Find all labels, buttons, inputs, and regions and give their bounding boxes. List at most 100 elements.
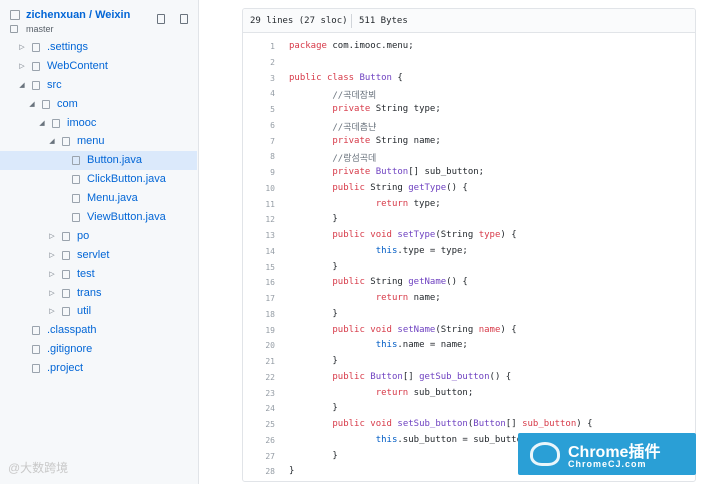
line-number[interactable]: 12 (243, 215, 275, 224)
file-icon (72, 175, 80, 185)
collapsed-arrow-icon[interactable]: ▷ (48, 251, 56, 260)
expanded-arrow-icon[interactable]: ◢ (28, 100, 36, 109)
tree-item[interactable]: ▷ test (0, 265, 197, 284)
tree-item-label[interactable]: trans (77, 286, 101, 301)
line-number[interactable]: 19 (243, 326, 275, 335)
folder-icon (62, 288, 70, 298)
line-number[interactable]: 7 (243, 137, 275, 146)
tree-item-label[interactable]: com (57, 97, 78, 112)
code-text: private Button[] sub_button; (332, 167, 485, 177)
code-text: return type; (375, 198, 441, 209)
tree-item-label[interactable]: ViewButton.java (87, 210, 166, 225)
line-number[interactable]: 9 (243, 168, 275, 177)
tree-item-label[interactable]: Button.java (87, 153, 142, 168)
collapsed-arrow-icon[interactable]: ▷ (48, 232, 56, 241)
expanded-arrow-icon[interactable]: ◢ (48, 137, 56, 146)
line-number[interactable]: 6 (243, 121, 275, 130)
line-number[interactable]: 13 (243, 231, 275, 240)
line-number[interactable]: 24 (243, 404, 275, 413)
tree-item-label[interactable]: util (77, 304, 91, 319)
line-number[interactable]: 22 (243, 373, 275, 382)
collapsed-arrow-icon[interactable]: ▷ (48, 307, 56, 316)
tree-item[interactable]: ◢ src (0, 76, 197, 95)
code-text: //곡데잠뵈 (332, 91, 377, 102)
tree-item[interactable]: .project (0, 359, 197, 378)
tree-item[interactable]: ◢ menu (0, 132, 197, 151)
tree-item-label[interactable]: .project (47, 361, 83, 376)
line-number[interactable]: 26 (243, 436, 275, 445)
code-text: } (289, 356, 338, 366)
line-number[interactable]: 25 (243, 420, 275, 429)
tree-item[interactable]: ▷ .settings (0, 38, 197, 57)
line-number[interactable]: 1 (243, 42, 275, 51)
line-number[interactable]: 17 (243, 294, 275, 303)
code-line: 15 } (243, 260, 695, 276)
line-number[interactable]: 4 (243, 89, 275, 98)
expanded-arrow-icon[interactable]: ◢ (38, 119, 46, 128)
tree-item[interactable]: .gitignore (0, 340, 197, 359)
code-line: 20 this.name = name; (243, 338, 695, 354)
tree-item-label[interactable]: imooc (67, 116, 96, 131)
tree-item[interactable]: ▷ po (0, 227, 197, 246)
line-number[interactable]: 2 (243, 58, 275, 67)
collapsed-arrow-icon[interactable]: ▷ (48, 270, 56, 279)
code-line: 11 return type; (243, 197, 695, 213)
watermark-url: ChromeCJ.com (568, 459, 647, 469)
tree-item-label[interactable]: src (47, 78, 62, 93)
line-number[interactable]: 5 (243, 105, 275, 114)
folder-icon (62, 269, 70, 279)
code-line: 22 public Button[] getSub_button() { (243, 370, 695, 386)
tree-item[interactable]: ◢ imooc (0, 114, 197, 133)
code-text: public void setType(String type) { (332, 230, 517, 240)
tree-item-label[interactable]: ClickButton.java (87, 172, 166, 187)
line-number[interactable]: 11 (243, 200, 275, 209)
tree-item[interactable]: .classpath (0, 321, 197, 340)
tree-item[interactable]: Menu.java (0, 189, 197, 208)
collapsed-arrow-icon[interactable]: ▷ (48, 289, 56, 298)
tree-item[interactable]: ▷ WebContent (0, 57, 197, 76)
repo-title-link[interactable]: zichenxuan / Weixin (26, 9, 130, 21)
tree-item[interactable]: ▷ trans (0, 284, 197, 303)
file-icon (72, 213, 80, 223)
tree-item-label[interactable]: .settings (47, 40, 88, 55)
expanded-arrow-icon[interactable]: ◢ (18, 81, 26, 90)
tree-item-label[interactable]: WebContent (47, 59, 108, 74)
tree-item[interactable]: ViewButton.java (0, 208, 197, 227)
collapse-tree-icon[interactable] (157, 14, 165, 24)
tree-item[interactable]: Button.java (0, 151, 197, 171)
tree-item-label[interactable]: .classpath (47, 323, 97, 338)
snail-logo-icon (530, 442, 560, 466)
line-number[interactable]: 20 (243, 341, 275, 350)
line-number[interactable]: 10 (243, 184, 275, 193)
code-text: private String name; (332, 135, 441, 146)
tree-item[interactable]: ◢ com (0, 95, 197, 114)
line-number[interactable]: 28 (243, 467, 275, 476)
line-number[interactable]: 14 (243, 247, 275, 256)
settings-icon[interactable] (180, 14, 188, 24)
line-number[interactable]: 27 (243, 452, 275, 461)
code-line: 4 //곡데잠뵈 (243, 86, 695, 102)
line-number[interactable]: 3 (243, 74, 275, 83)
no-arrow (18, 345, 26, 354)
branch-name[interactable]: master (26, 24, 54, 34)
tree-item[interactable]: ▷ servlet (0, 246, 197, 265)
tree-item-label[interactable]: .gitignore (47, 342, 92, 357)
no-arrow (58, 175, 66, 184)
line-number[interactable]: 8 (243, 152, 275, 161)
tree-item-label[interactable]: servlet (77, 248, 109, 263)
folder-icon (62, 137, 70, 147)
collapsed-arrow-icon[interactable]: ▷ (18, 43, 26, 52)
tree-item-label[interactable]: test (77, 267, 95, 282)
line-number[interactable]: 15 (243, 263, 275, 272)
tree-item-label[interactable]: menu (77, 134, 105, 149)
line-number[interactable]: 23 (243, 389, 275, 398)
tree-item[interactable]: ClickButton.java (0, 170, 197, 189)
tree-item-label[interactable]: po (77, 229, 89, 244)
tree-item[interactable]: ▷ util (0, 302, 197, 321)
line-number[interactable]: 21 (243, 357, 275, 366)
tree-item-label[interactable]: Menu.java (87, 191, 138, 206)
line-number[interactable]: 16 (243, 278, 275, 287)
collapsed-arrow-icon[interactable]: ▷ (18, 62, 26, 71)
code-text: } (289, 214, 338, 225)
line-number[interactable]: 18 (243, 310, 275, 319)
